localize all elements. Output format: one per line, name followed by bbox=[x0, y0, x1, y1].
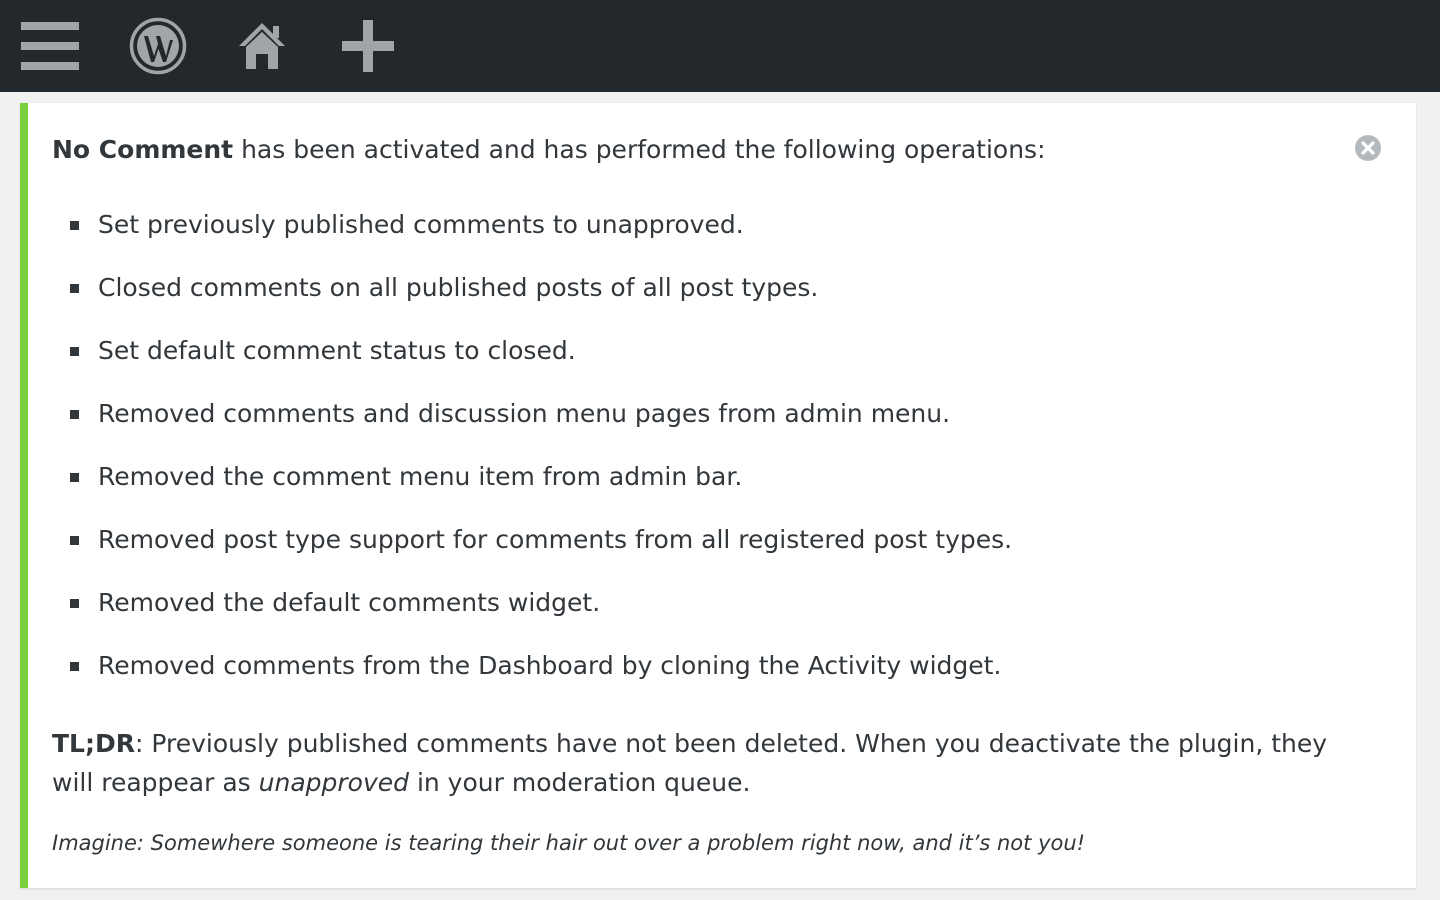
admin-bar bbox=[0, 0, 1440, 92]
list-item-text: Removed the default comments widget. bbox=[98, 588, 601, 617]
wordpress-logo-icon bbox=[129, 17, 187, 75]
list-item-text: Removed comments from the Dashboard by c… bbox=[98, 651, 1002, 680]
bullet-icon bbox=[70, 473, 79, 482]
plugin-activation-notice: No Comment has been activated and has pe… bbox=[20, 103, 1416, 888]
tldr-emphasis: unapproved bbox=[258, 768, 409, 797]
dismiss-notice-button[interactable] bbox=[1354, 134, 1382, 162]
site-home-button[interactable] bbox=[226, 0, 298, 92]
list-item-text: Set default comment status to closed. bbox=[98, 336, 576, 365]
bullet-icon bbox=[70, 221, 79, 230]
list-item-text: Set previously published comments to una… bbox=[98, 210, 744, 239]
menu-toggle-button[interactable] bbox=[14, 0, 86, 92]
bullet-icon bbox=[70, 347, 79, 356]
new-content-button[interactable] bbox=[332, 0, 404, 92]
dismiss-icon bbox=[1355, 135, 1381, 161]
notice-heading: No Comment has been activated and has pe… bbox=[52, 133, 1046, 167]
list-item: Set previously published comments to una… bbox=[68, 208, 1012, 271]
menu-icon bbox=[21, 22, 79, 70]
list-item: Removed the comment menu item from admin… bbox=[68, 460, 1012, 523]
plugin-name: No Comment bbox=[52, 135, 234, 164]
list-item: Removed the default comments widget. bbox=[68, 586, 1012, 649]
tagline: Imagine: Somewhere someone is tearing th… bbox=[52, 831, 1086, 855]
list-item: Removed comments and discussion menu pag… bbox=[68, 397, 1012, 460]
tldr-text-after: in your moderation queue. bbox=[409, 768, 751, 797]
bullet-icon bbox=[70, 284, 79, 293]
list-item: Removed post type support for comments f… bbox=[68, 523, 1012, 586]
list-item-text: Removed the comment menu item from admin… bbox=[98, 462, 743, 491]
bullet-icon bbox=[70, 662, 79, 671]
wordpress-menu-button[interactable] bbox=[122, 0, 194, 92]
bullet-icon bbox=[70, 536, 79, 545]
home-icon bbox=[239, 23, 285, 69]
tldr-label: TL;DR bbox=[52, 729, 135, 758]
tldr-paragraph: TL;DR: Previously published comments hav… bbox=[52, 724, 1372, 802]
operations-list: Set previously published comments to una… bbox=[68, 208, 1012, 712]
list-item-text: Removed post type support for comments f… bbox=[98, 525, 1013, 554]
plus-icon bbox=[342, 20, 394, 72]
list-item: Closed comments on all published posts o… bbox=[68, 271, 1012, 334]
list-item-text: Closed comments on all published posts o… bbox=[98, 273, 819, 302]
list-item-text: Removed comments and discussion menu pag… bbox=[98, 399, 951, 428]
list-item: Removed comments from the Dashboard by c… bbox=[68, 649, 1012, 712]
list-item: Set default comment status to closed. bbox=[68, 334, 1012, 397]
notice-heading-text: has been activated and has performed the… bbox=[233, 135, 1046, 164]
bullet-icon bbox=[70, 410, 79, 419]
bullet-icon bbox=[70, 599, 79, 608]
